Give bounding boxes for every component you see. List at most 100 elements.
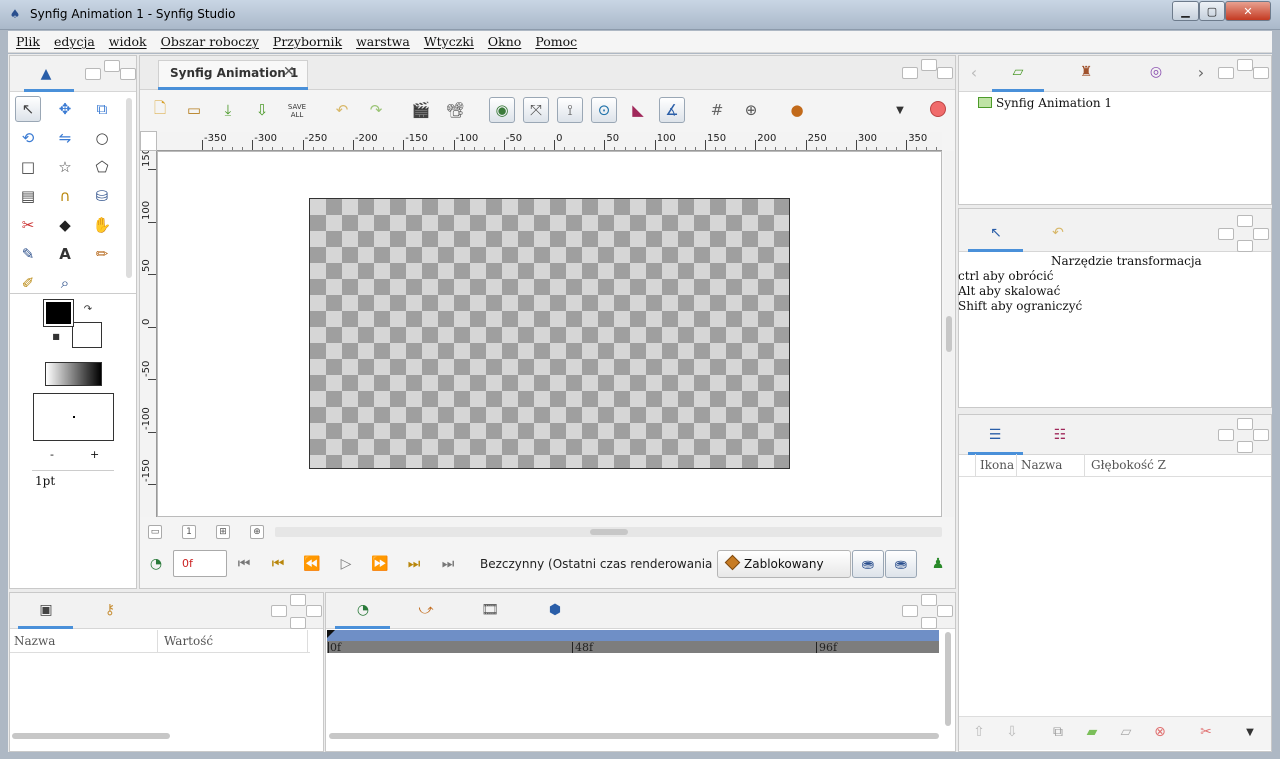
toolbox-scrollbar[interactable]: [126, 98, 132, 278]
reset-colors-icon[interactable]: ■: [51, 331, 61, 341]
save-all-button[interactable]: SAVE ALL: [284, 103, 310, 119]
dock-handle[interactable]: [85, 68, 101, 80]
eyedrop-tool-icon[interactable]: ✎: [15, 241, 41, 267]
dock-handle[interactable]: [1218, 67, 1234, 79]
params-col-wartosc[interactable]: Wartość: [160, 630, 308, 652]
brush-size-increase[interactable]: +: [90, 448, 99, 461]
dock-handle[interactable]: [120, 68, 136, 80]
time-cursor-marker[interactable]: [327, 630, 335, 638]
ungroup-layer-icon[interactable]: ▱: [1116, 722, 1136, 742]
layers-overflow-chevron-down-icon[interactable]: ▼: [1240, 722, 1260, 742]
ruler-corner[interactable]: [140, 131, 157, 151]
canvas-browser-tab-icon[interactable]: ▱: [1008, 62, 1028, 82]
dock-handle[interactable]: [1237, 240, 1253, 252]
swap-colors-icon[interactable]: ↷: [82, 303, 94, 315]
tabs-scroll-left-chevron-icon[interactable]: ‹: [965, 62, 983, 82]
params-col-nazwa[interactable]: Nazwa: [10, 630, 158, 652]
save-icon[interactable]: ⤓: [215, 97, 241, 123]
group-layer-icon[interactable]: ▰: [1082, 722, 1102, 742]
history-tab-icon[interactable]: ↶: [1048, 223, 1068, 243]
fill-color-swatch[interactable]: [72, 322, 102, 348]
play-icon[interactable]: ▷: [336, 555, 356, 573]
menu-okno[interactable]: Okno: [488, 34, 521, 49]
menu-przybornik[interactable]: Przybornik: [273, 34, 342, 49]
dock-handle[interactable]: [306, 605, 322, 617]
navigator-tab-icon[interactable]: ◎: [1146, 62, 1166, 82]
layers-col-glebokosc[interactable]: Głębokość Z: [1087, 454, 1187, 476]
dock-handle[interactable]: [1253, 429, 1269, 441]
layers-col-nazwa[interactable]: Nazwa: [1017, 454, 1085, 476]
spline-tool-icon[interactable]: ∩: [52, 183, 78, 209]
seek-prev-frame-icon[interactable]: ⏪: [302, 555, 322, 573]
raise-layer-icon[interactable]: ⇧: [969, 722, 989, 742]
menu-pomoc[interactable]: Pomoc: [535, 34, 577, 49]
show-vertex-handles-icon[interactable]: ⤧: [523, 97, 549, 123]
show-radius-handles-icon[interactable]: ⊙: [591, 97, 617, 123]
canvas-browser-item[interactable]: Synfig Animation 1: [996, 96, 1112, 110]
dock-handle[interactable]: [1218, 228, 1234, 240]
lower-layer-icon[interactable]: ⇩: [1002, 722, 1022, 742]
time-ruler[interactable]: [327, 641, 939, 653]
snap-to-grid-icon[interactable]: ⊕: [738, 97, 764, 123]
tabs-scroll-right-chevron-icon[interactable]: ›: [1192, 62, 1210, 82]
seek-prev-keyframe-icon[interactable]: ⏮: [268, 555, 288, 573]
menu-plik[interactable]: Plik: [16, 34, 40, 49]
animation-figure-icon[interactable]: ♟: [928, 555, 948, 573]
fill-tool-icon[interactable]: ⛁: [89, 183, 115, 209]
mirror-tool-icon[interactable]: ⇋: [52, 125, 78, 151]
timetrack-tab-icon[interactable]: ◔: [353, 600, 373, 620]
render-icon[interactable]: 🎬: [408, 97, 434, 123]
seek-end-icon[interactable]: ⏭: [438, 555, 458, 573]
new-file-icon[interactable]: 🗋: [147, 97, 173, 123]
horizontal-ruler[interactable]: -350 -300 -250 -200 -150 -100 -50 0 50 100 150 200 2…: [157, 132, 942, 151]
sets-tab-icon[interactable]: ☷: [1050, 425, 1070, 445]
vertical-ruler[interactable]: 150 100 50 0 -50 -100 -150: [140, 151, 157, 517]
show-grid-icon[interactable]: #: [704, 97, 730, 123]
show-angle-handles-icon[interactable]: ∡: [659, 97, 685, 123]
toolbar-overflow-chevron-down-icon[interactable]: ▼: [890, 101, 910, 119]
smooth-move-tool-icon[interactable]: ✥: [52, 96, 78, 122]
dock-handle[interactable]: [1253, 67, 1269, 79]
dock-handle[interactable]: [921, 59, 937, 71]
duplicate-layer-icon[interactable]: ⧉: [1048, 722, 1068, 742]
dock-handle[interactable]: [921, 594, 937, 606]
timetrack-vscroll-thumb[interactable]: [945, 632, 951, 726]
transform-tool-icon[interactable]: ↖: [15, 96, 41, 122]
circle-tool-icon[interactable]: ○: [89, 125, 115, 151]
gradient-preview[interactable]: [45, 362, 102, 386]
seek-next-keyframe-icon[interactable]: ⏭: [404, 555, 424, 573]
open-file-icon[interactable]: ▭: [181, 97, 207, 123]
menu-warstwa[interactable]: warstwa: [356, 34, 410, 49]
menu-widok[interactable]: widok: [109, 34, 147, 49]
params-hscroll-thumb[interactable]: [12, 733, 170, 739]
dock-handle[interactable]: [921, 617, 937, 629]
polygon-tool-icon[interactable]: ⬠: [89, 154, 115, 180]
rectangle-tool-icon[interactable]: □: [15, 154, 41, 180]
zoom-fit-icon[interactable]: ⊞: [216, 525, 230, 539]
brush-preview[interactable]: [33, 393, 114, 441]
draw-tool-icon[interactable]: ◆: [52, 212, 78, 238]
canvas-hscroll-thumb[interactable]: [590, 529, 628, 535]
layers-tab-icon[interactable]: ☰: [985, 425, 1005, 445]
gradient-tool-icon[interactable]: ▤: [15, 183, 41, 209]
dock-handle[interactable]: [104, 60, 120, 72]
menu-edycja[interactable]: edycja: [54, 34, 95, 49]
library-panel-tab-icon[interactable]: ⬢: [545, 600, 565, 620]
dock-handle[interactable]: [1237, 441, 1253, 453]
future-keyframes-lock-icon[interactable]: ⛂: [885, 550, 917, 578]
cut-layer-icon[interactable]: ✂: [1196, 722, 1216, 742]
dock-handle[interactable]: [290, 617, 306, 629]
close-tab-icon[interactable]: ✕: [283, 64, 295, 80]
maximize-button[interactable]: ▢: [1199, 1, 1225, 21]
sketch-tool-icon[interactable]: ✏: [89, 241, 115, 267]
delete-layer-icon[interactable]: ⊗: [1150, 722, 1170, 742]
show-tangent-handles-icon[interactable]: ⟟: [557, 97, 583, 123]
cutout-tool-icon[interactable]: ✂: [15, 212, 41, 238]
zoom-100-icon[interactable]: 1: [182, 525, 196, 539]
dock-handle[interactable]: [290, 594, 306, 606]
undo-icon[interactable]: ↶: [329, 97, 355, 123]
curves-tab-icon[interactable]: ⤻: [416, 600, 436, 620]
time-range-bar[interactable]: [327, 630, 939, 641]
dock-handle[interactable]: [937, 67, 953, 79]
seek-begin-icon[interactable]: ⏮: [234, 555, 254, 573]
